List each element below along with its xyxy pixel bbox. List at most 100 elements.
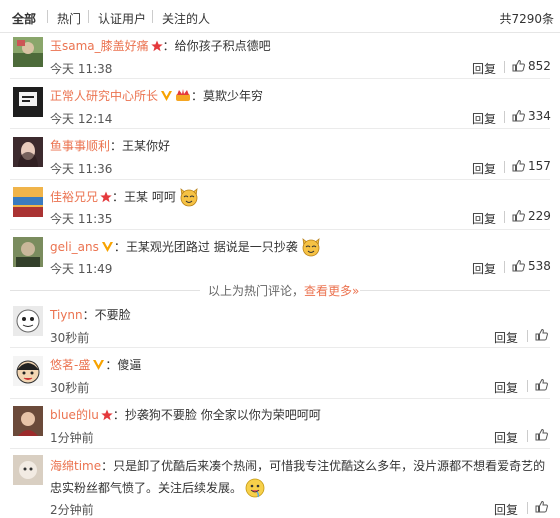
- reply-button[interactable]: 回复: [472, 160, 496, 177]
- comment-username[interactable]: 悠茗-盛: [50, 358, 90, 372]
- like-button[interactable]: [535, 500, 551, 514]
- drooling-emoji-icon: [245, 478, 265, 498]
- comment-text: ：只是卸了优酷后来凑个热闹，可惜我专注优酷这么多年，没片源都不想看爱奇艺的忠实粉…: [50, 459, 546, 495]
- avatar[interactable]: [13, 87, 43, 117]
- thumbs-up-icon: [512, 109, 525, 122]
- comment-time: 今天 11:49: [50, 262, 113, 276]
- verified-v-icon[interactable]: [160, 90, 173, 102]
- comment-text: ：抄袭狗不要脸 你全家以你为荣吧呵呵: [112, 408, 321, 422]
- like-button[interactable]: [535, 328, 551, 342]
- like-count: 229: [528, 209, 551, 223]
- verified-v-icon[interactable]: [101, 241, 114, 253]
- avatar[interactable]: [13, 306, 43, 336]
- hot-note-text: 以上为热门评论，: [208, 284, 305, 298]
- comment-text: ：王某观光团路过 据说是一只抄袭: [113, 240, 298, 254]
- star-badge-icon[interactable]: [101, 409, 113, 421]
- comment-divider: [10, 78, 550, 79]
- note-line: [360, 290, 550, 291]
- comment-username[interactable]: 佳裕兄兄: [50, 190, 98, 204]
- action-separator: [504, 161, 505, 173]
- filter-hot[interactable]: 热门: [57, 10, 81, 27]
- comment-text: ：不要脸: [82, 308, 131, 322]
- action-separator: [504, 111, 505, 123]
- comment-username[interactable]: geli_ans: [50, 240, 99, 254]
- comment-filter-bar: 全部 热门 认证用户 关注的人 共7290条: [0, 0, 560, 33]
- thumbs-up-icon: [512, 259, 525, 272]
- comment-time: 今天 11:35: [50, 212, 113, 226]
- comment-time: 今天 11:38: [50, 62, 113, 76]
- reply-button[interactable]: 回复: [494, 429, 518, 446]
- like-count: 538: [528, 259, 551, 273]
- action-separator: [504, 211, 505, 223]
- verified-v-icon[interactable]: [92, 359, 105, 371]
- avatar[interactable]: [13, 455, 43, 485]
- comment-divider: [10, 229, 550, 230]
- action-separator: [527, 502, 528, 514]
- filter-separator: [152, 10, 153, 23]
- reply-button[interactable]: 回复: [494, 501, 518, 518]
- thumbs-up-icon: [512, 59, 525, 72]
- comment-time: 30秒前: [50, 381, 90, 395]
- comment-text: ：王某你好: [110, 139, 171, 153]
- reply-button[interactable]: 回复: [494, 379, 518, 396]
- thumbs-up-icon: [535, 428, 548, 441]
- reply-button[interactable]: 回复: [472, 60, 496, 77]
- comment-time: 1分钟前: [50, 431, 94, 445]
- hot-comments-note: 以上为热门评论，查看更多»: [0, 280, 560, 300]
- avatar[interactable]: [13, 406, 43, 436]
- reply-button[interactable]: 回复: [472, 260, 496, 277]
- action-separator: [504, 261, 505, 273]
- like-button[interactable]: 852: [512, 59, 551, 73]
- comment-time: 30秒前: [50, 331, 90, 345]
- action-separator: [527, 380, 528, 392]
- comment-text: ：给你孩子积点德吧: [162, 39, 271, 53]
- comment-username[interactable]: blue的lu: [50, 408, 99, 422]
- star-badge-icon[interactable]: [150, 40, 163, 52]
- like-button[interactable]: 538: [512, 259, 551, 273]
- like-count: 334: [528, 109, 551, 123]
- note-line: [10, 290, 200, 291]
- avatar[interactable]: [13, 37, 43, 67]
- thumbs-up-icon: [535, 378, 548, 391]
- comment-username[interactable]: Tiynn: [50, 308, 83, 322]
- like-count: 852: [528, 59, 551, 73]
- comment-username[interactable]: 玉sama_膝盖好痛: [50, 39, 149, 53]
- comment-divider: [10, 179, 550, 180]
- reply-button[interactable]: 回复: [494, 329, 518, 346]
- cat-emoji-icon: [302, 238, 320, 257]
- avatar[interactable]: [13, 137, 43, 167]
- crown-badge-icon[interactable]: [175, 89, 191, 102]
- thumbs-up-icon: [512, 159, 525, 172]
- comment-username[interactable]: 海绵time: [50, 459, 101, 473]
- star-badge-icon[interactable]: [100, 191, 112, 203]
- comment-divider: [10, 398, 550, 399]
- thumbs-up-icon: [512, 209, 525, 222]
- comment-time: 今天 12:14: [50, 112, 113, 126]
- comment-text: ：莫欺少年穷: [191, 89, 264, 103]
- view-more-link[interactable]: 查看更多»: [304, 284, 359, 298]
- comment-username[interactable]: 鱼事事顺利: [50, 139, 110, 153]
- cat-emoji-icon: [180, 188, 198, 207]
- action-separator: [527, 330, 528, 342]
- comment-divider: [10, 347, 550, 348]
- thumbs-up-icon: [535, 328, 548, 341]
- filter-all[interactable]: 全部: [12, 10, 36, 27]
- filter-separator: [47, 10, 48, 23]
- reply-button[interactable]: 回复: [472, 210, 496, 227]
- action-separator: [504, 61, 505, 73]
- avatar[interactable]: [13, 237, 43, 267]
- like-button[interactable]: 334: [512, 109, 551, 123]
- action-separator: [527, 430, 528, 442]
- avatar[interactable]: [13, 187, 43, 217]
- filter-following[interactable]: 关注的人: [162, 10, 210, 27]
- filter-verified-users[interactable]: 认证用户: [98, 10, 146, 27]
- avatar[interactable]: [13, 356, 43, 386]
- reply-button[interactable]: 回复: [472, 110, 496, 127]
- like-button[interactable]: [535, 428, 551, 442]
- comment-username[interactable]: 正常人研究中心所长: [50, 89, 158, 103]
- comment-total-count: 共7290条: [499, 12, 554, 26]
- like-button[interactable]: 229: [512, 209, 551, 223]
- like-button[interactable]: [535, 378, 551, 392]
- comment-text: ：王某 呵呵: [112, 190, 176, 204]
- like-button[interactable]: 157: [512, 159, 551, 173]
